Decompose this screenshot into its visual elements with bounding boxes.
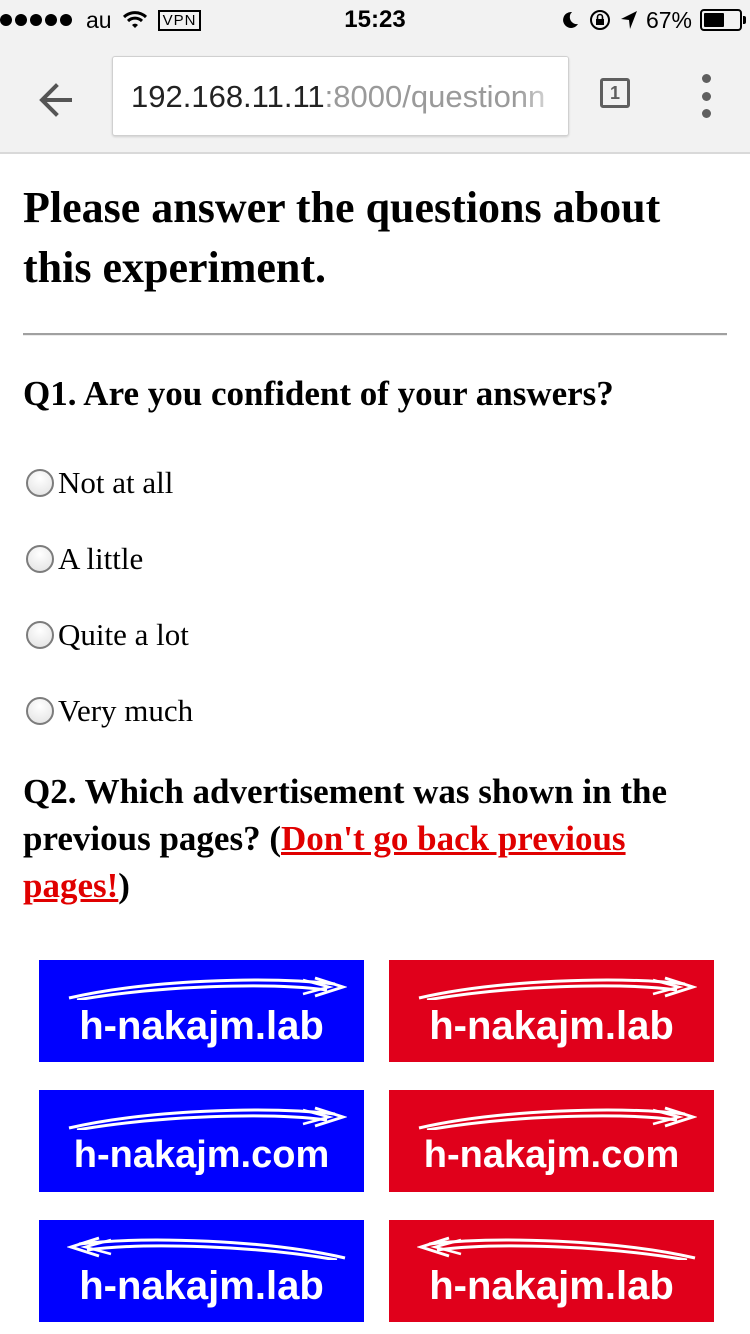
page-title: Please answer the questions about this e… bbox=[23, 183, 661, 292]
url-text[interactable]: 192.168.11.11:8000/questionn bbox=[131, 79, 545, 115]
swoosh-right-icon bbox=[68, 1106, 347, 1130]
option-label: Not at all bbox=[58, 465, 174, 500]
back-arrow-icon[interactable] bbox=[30, 74, 82, 126]
battery-percent: 67% bbox=[645, 6, 692, 33]
rotation-lock-icon bbox=[589, 10, 610, 30]
overflow-menu-icon[interactable] bbox=[698, 74, 714, 118]
ad-text: h-nakajm.lab bbox=[429, 1004, 674, 1048]
q1-option-very-much[interactable]: Very much bbox=[23, 691, 193, 731]
swoosh-right-icon bbox=[68, 976, 347, 1000]
ad-text: h-nakajm.lab bbox=[79, 1004, 324, 1048]
divider bbox=[23, 333, 727, 336]
question-2: Q2. Which advertisement was shown in the… bbox=[23, 768, 728, 909]
q1-option-quite-a-lot[interactable]: Quite a lot bbox=[23, 615, 189, 655]
swoosh-left-icon bbox=[417, 1236, 696, 1260]
ad-text: h-nakajm.com bbox=[73, 1134, 330, 1176]
ad-option-blue-lab[interactable]: h-nakajm.lab bbox=[39, 960, 364, 1062]
battery-fill bbox=[704, 13, 725, 27]
radio-button[interactable] bbox=[26, 697, 54, 725]
q1-option-a-little[interactable]: A little bbox=[23, 539, 143, 579]
radio-button[interactable] bbox=[26, 545, 54, 573]
url-host: 192.168.11.11 bbox=[131, 79, 325, 114]
ad-option-red-com[interactable]: h-nakajm.com bbox=[389, 1090, 714, 1192]
ad-text: h-nakajm.lab bbox=[79, 1264, 324, 1308]
url-path: :8000/questionn bbox=[324, 79, 546, 114]
status-right: 67% bbox=[560, 6, 746, 34]
ad-option-red-lab[interactable]: h-nakajm.lab bbox=[389, 960, 714, 1062]
tab-switcher-button[interactable]: 1 bbox=[600, 78, 630, 108]
ad-option-blue-lab-left[interactable]: h-nakajm.lab bbox=[39, 1220, 364, 1322]
ad-text: h-nakajm.com bbox=[423, 1134, 680, 1176]
ad-option-red-lab-left[interactable]: h-nakajm.lab bbox=[389, 1220, 714, 1322]
swoosh-right-icon bbox=[418, 1106, 697, 1130]
ad-option-blue-com[interactable]: h-nakajm.com bbox=[39, 1090, 364, 1192]
radio-button[interactable] bbox=[26, 621, 54, 649]
option-label: Very much bbox=[58, 693, 194, 728]
status-bar: au VPN 15:23 67% bbox=[0, 0, 750, 40]
option-label: Quite a lot bbox=[58, 617, 189, 652]
q1-option-not-at-all[interactable]: Not at all bbox=[23, 463, 173, 503]
radio-button[interactable] bbox=[26, 469, 54, 497]
ad-text: h-nakajm.lab bbox=[429, 1264, 674, 1308]
option-label: A little bbox=[58, 541, 144, 576]
question-2-close: ) bbox=[118, 866, 130, 905]
address-bar[interactable]: 192.168.11.11:8000/questionn bbox=[112, 56, 569, 136]
browser-toolbar: 192.168.11.11:8000/questionn 1 bbox=[0, 40, 750, 154]
battery-icon bbox=[700, 9, 746, 31]
location-arrow-icon bbox=[620, 11, 637, 29]
swoosh-left-icon bbox=[67, 1236, 346, 1260]
moon-icon bbox=[563, 11, 578, 28]
question-1: Q1. Are you confident of your answers? bbox=[23, 374, 614, 413]
swoosh-right-icon bbox=[418, 976, 697, 1000]
